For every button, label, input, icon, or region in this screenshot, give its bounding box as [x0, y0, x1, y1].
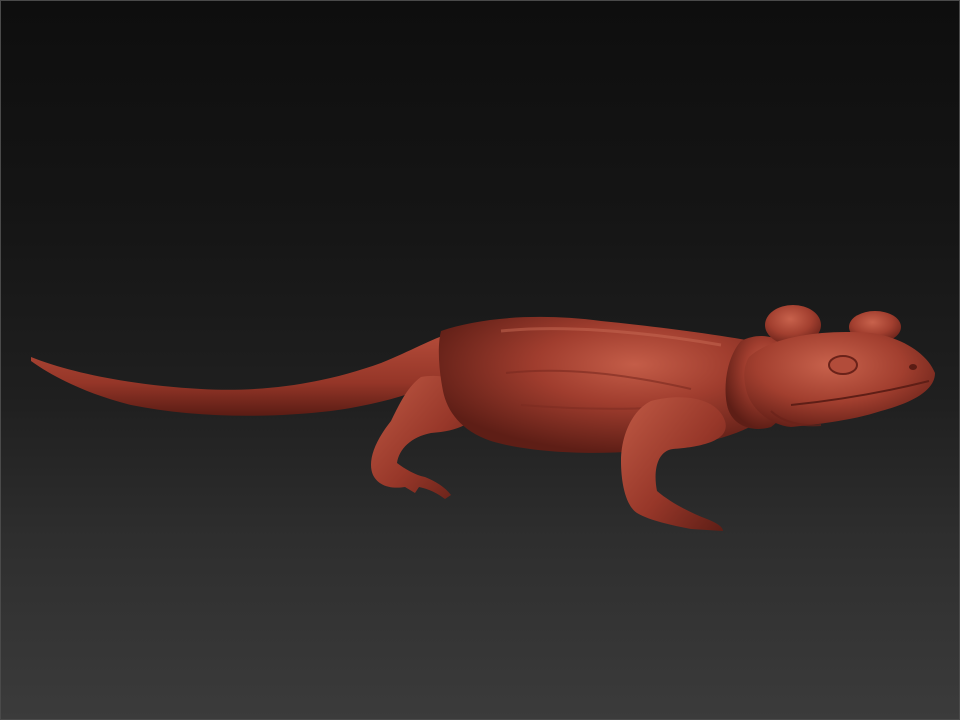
lizard-eye	[828, 355, 858, 375]
canvas-viewport[interactable]	[0, 0, 960, 720]
lizard-tail	[31, 333, 463, 416]
lizard-nostril	[909, 364, 917, 370]
lizard-front-leg	[621, 397, 726, 531]
lizard-model-icon[interactable]	[1, 1, 959, 719]
